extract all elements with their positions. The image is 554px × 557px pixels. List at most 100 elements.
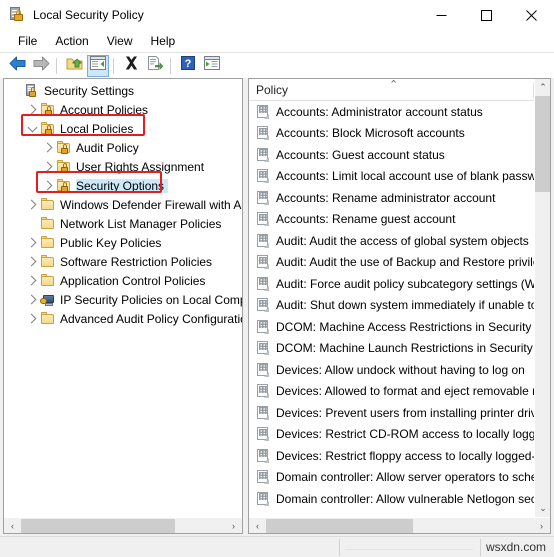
tree-item-label: Security Settings — [44, 83, 135, 98]
tree-item-application-control-policies[interactable]: Application Control Policies — [4, 271, 242, 290]
list-item[interactable]: Audit: Force audit policy subcategory se… — [249, 273, 534, 295]
tree-item-local-policies[interactable]: Local Policies — [4, 119, 242, 138]
list-item[interactable]: Audit: Audit the access of global system… — [249, 230, 534, 252]
tree-item-audit-policy[interactable]: Audit Policy — [4, 138, 242, 157]
scroll-right-button[interactable]: › — [533, 518, 550, 533]
list-item[interactable]: Accounts: Guest account status — [249, 144, 534, 166]
folder-icon — [40, 273, 56, 289]
properties-button[interactable] — [201, 55, 223, 77]
list-item[interactable]: DCOM: Machine Launch Restrictions in Sec… — [249, 338, 534, 360]
scroll-left-button[interactable]: ‹ — [249, 518, 266, 533]
list-item[interactable]: Devices: Allow undock without having to … — [249, 359, 534, 381]
twisty-collapsed-icon[interactable] — [24, 235, 40, 251]
scroll-thumb[interactable] — [21, 519, 175, 533]
folder-icon — [40, 216, 56, 232]
tree-item-software-restriction-policies[interactable]: Software Restriction Policies — [4, 252, 242, 271]
status-bar: wsxdn.com — [0, 536, 554, 557]
list-item[interactable]: Domain controller: LDAP server channel b… — [249, 510, 534, 514]
policy-list-horizontal-scrollbar[interactable]: ‹ › — [249, 517, 550, 533]
list-item-label: Domain controller: Allow server operator… — [276, 470, 534, 485]
policy-setting-icon — [255, 297, 271, 313]
delete-button[interactable] — [120, 55, 142, 77]
list-item[interactable]: Accounts: Administrator account status — [249, 101, 534, 123]
list-item-label: Accounts: Rename administrator account — [276, 190, 496, 205]
tree-item-user-rights-assignment[interactable]: User Rights Assignment — [4, 157, 242, 176]
twisty-collapsed-icon[interactable] — [24, 102, 40, 118]
locked-folder-icon — [56, 178, 72, 194]
console-tree-icon — [90, 56, 106, 75]
twisty-collapsed-icon[interactable] — [40, 178, 56, 194]
list-item[interactable]: Domain controller: Allow server operator… — [249, 467, 534, 489]
column-header-policy[interactable]: Policy — [256, 83, 288, 97]
twisty-expanded-icon[interactable] — [24, 121, 40, 137]
policy-setting-icon — [255, 491, 271, 507]
twisty-collapsed-icon[interactable] — [24, 292, 40, 308]
tree-item-advanced-audit-policy-configuration[interactable]: Advanced Audit Policy Configuration — [4, 309, 242, 328]
tree-item-security-settings[interactable]: Security Settings — [4, 81, 242, 100]
minimize-button[interactable] — [419, 0, 464, 30]
tree-horizontal-scrollbar[interactable]: ‹ › — [4, 517, 242, 533]
menu-action[interactable]: Action — [46, 32, 97, 51]
maximize-button[interactable] — [464, 0, 509, 30]
close-button[interactable] — [509, 0, 554, 30]
tree-item-windows-defender-firewall[interactable]: Windows Defender Firewall with Adva — [4, 195, 242, 214]
list-item-label: DCOM: Machine Launch Restrictions in Sec… — [276, 341, 534, 356]
list-item[interactable]: Accounts: Rename administrator account — [249, 187, 534, 209]
scroll-down-button[interactable]: ⌄ — [535, 500, 550, 517]
tree-item-public-key-policies[interactable]: Public Key Policies — [4, 233, 242, 252]
list-item[interactable]: Accounts: Block Microsoft accounts — [249, 123, 534, 145]
list-item[interactable]: Accounts: Rename guest account — [249, 209, 534, 231]
list-item-label: Audit: Audit the access of global system… — [276, 233, 529, 248]
twisty-collapsed-icon[interactable] — [24, 273, 40, 289]
forward-button[interactable] — [30, 55, 52, 77]
twisty-collapsed-icon[interactable] — [40, 140, 56, 156]
policy-list-vertical-scrollbar[interactable]: ⌃ ⌄ — [534, 79, 550, 517]
policy-setting-icon — [255, 125, 271, 141]
local-security-policy-window: Local Security Policy File Action View H… — [0, 0, 554, 557]
twisty-collapsed-icon[interactable] — [40, 159, 56, 175]
list-item[interactable]: Accounts: Limit local account use of bla… — [249, 166, 534, 188]
twisty-collapsed-icon[interactable] — [24, 197, 40, 213]
list-item-label: Audit: Audit the use of Backup and Resto… — [276, 255, 534, 270]
menu-view[interactable]: View — [98, 32, 142, 51]
back-button[interactable] — [6, 55, 28, 77]
twisty-collapsed-icon[interactable] — [24, 254, 40, 270]
twisty-collapsed-icon[interactable] — [24, 311, 40, 327]
scroll-right-button[interactable]: › — [225, 518, 242, 533]
vertical-scroll-thumb[interactable] — [535, 96, 550, 192]
list-column-header[interactable]: Policy ⌃ — [249, 79, 534, 101]
tree-item-ip-security-policies[interactable]: IP Security Policies on Local Compute — [4, 290, 242, 309]
list-item[interactable]: Devices: Restrict floppy access to local… — [249, 445, 534, 467]
folder-icon — [40, 235, 56, 251]
up-one-level-button[interactable] — [63, 55, 85, 77]
back-arrow-icon — [9, 56, 26, 76]
list-item[interactable]: Devices: Restrict CD-ROM access to local… — [249, 424, 534, 446]
policy-setting-icon — [255, 211, 271, 227]
scroll-up-button[interactable]: ⌃ — [535, 79, 550, 96]
list-item[interactable]: Audit: Audit the use of Backup and Resto… — [249, 252, 534, 274]
list-item[interactable]: Domain controller: Allow vulnerable Netl… — [249, 488, 534, 510]
list-item-label: Devices: Allowed to format and eject rem… — [276, 384, 534, 399]
vertical-scroll-track[interactable] — [535, 96, 550, 500]
scroll-thumb[interactable] — [266, 519, 413, 533]
list-item-label: Devices: Prevent users from installing p… — [276, 405, 534, 420]
tree-item-label: Network List Manager Policies — [60, 216, 222, 231]
content-panes: Security Settings Account Policies Local… — [0, 78, 554, 536]
locked-folder-icon — [40, 121, 56, 137]
list-item-label: Devices: Restrict floppy access to local… — [276, 448, 534, 463]
list-item[interactable]: Devices: Prevent users from installing p… — [249, 402, 534, 424]
export-list-button[interactable] — [144, 55, 166, 77]
tree-item-security-options[interactable]: Security Options — [4, 176, 242, 195]
list-item[interactable]: Devices: Allowed to format and eject rem… — [249, 381, 534, 403]
tree-item-network-list-manager-policies[interactable]: Network List Manager Policies — [4, 214, 242, 233]
list-item[interactable]: DCOM: Machine Access Restrictions in Sec… — [249, 316, 534, 338]
window-controls — [419, 0, 554, 30]
scroll-left-button[interactable]: ‹ — [4, 518, 21, 533]
list-item[interactable]: Audit: Shut down system immediately if u… — [249, 295, 534, 317]
menu-help[interactable]: Help — [142, 32, 185, 51]
show-hide-tree-button[interactable] — [87, 54, 109, 77]
tree-item-account-policies[interactable]: Account Policies — [4, 100, 242, 119]
help-button[interactable]: ? — [177, 55, 199, 77]
menu-file[interactable]: File — [9, 32, 46, 51]
policy-setting-icon — [255, 168, 271, 184]
